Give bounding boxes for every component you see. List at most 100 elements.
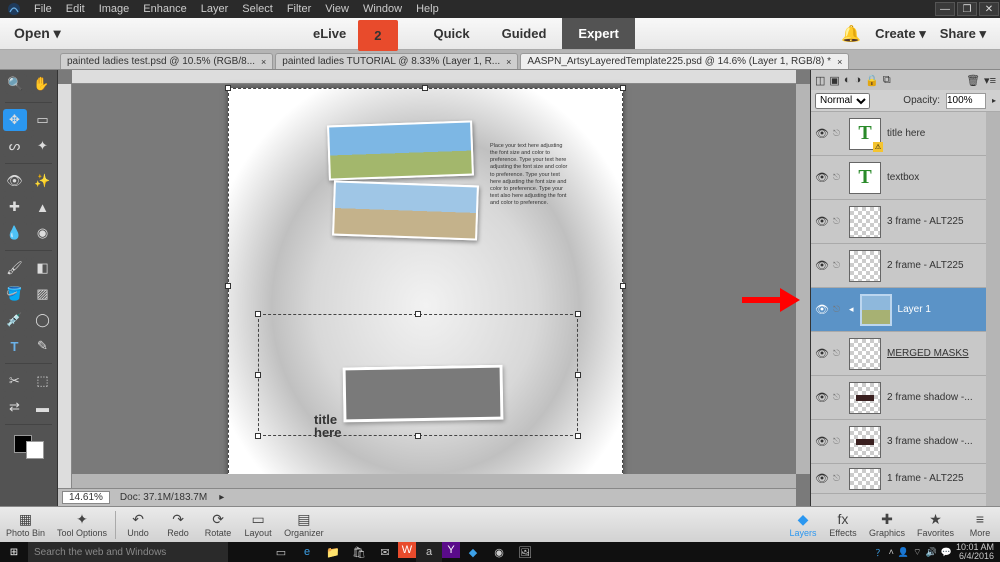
handle[interactable] xyxy=(575,433,581,439)
lock-slot[interactable]: ⎋ xyxy=(833,260,843,271)
menu-select[interactable]: Select xyxy=(236,1,279,17)
link-icon[interactable]: ⧉ xyxy=(883,74,891,87)
minimize-button[interactable]: — xyxy=(935,2,955,16)
new-layer-icon[interactable]: ◫ xyxy=(815,74,825,87)
action-center-icon[interactable]: 💬 xyxy=(941,547,952,558)
redo-button[interactable]: ↷Redo xyxy=(158,511,198,538)
menu-help[interactable]: Help xyxy=(410,1,445,17)
handle-ml[interactable] xyxy=(225,283,231,289)
clock-date[interactable]: 6/4/2016 xyxy=(956,552,994,561)
layer-row[interactable]: 👁 ⎋ 2 frame - ALT225 xyxy=(811,244,986,288)
mask-icon[interactable]: ◐ xyxy=(844,74,851,87)
menu-layer[interactable]: Layer xyxy=(195,1,235,17)
handle[interactable] xyxy=(575,372,581,378)
zoom-tool[interactable]: 🔍 xyxy=(5,74,27,94)
layer-row-selected[interactable]: 👁⎋ ◂ Layer 1 xyxy=(811,288,986,332)
lock-slot[interactable]: ⎋ xyxy=(833,348,843,359)
yahoo-icon[interactable]: Y xyxy=(442,542,460,558)
taskbar-search[interactable]: Search the web and Windows xyxy=(28,542,228,562)
quick-select-tool[interactable]: ✦ xyxy=(31,135,55,157)
menu-image[interactable]: Image xyxy=(93,1,136,17)
gradient-tool[interactable]: ▨ xyxy=(31,283,55,305)
move-tool[interactable]: ✥ xyxy=(3,109,27,131)
handle[interactable] xyxy=(415,311,421,317)
lock-slot[interactable]: ⎋ xyxy=(833,128,843,139)
menu-window[interactable]: Window xyxy=(357,1,408,17)
undo-button[interactable]: ↶Undo xyxy=(118,511,158,538)
layer-row[interactable]: 👁 ⎋ MERGED MASKS xyxy=(811,332,986,376)
word-icon[interactable]: W xyxy=(398,542,416,558)
eyedropper-tool[interactable]: 💉 xyxy=(3,309,27,331)
clone-tool[interactable]: ▲ xyxy=(31,196,55,218)
spot-heal-tool[interactable]: ✚ xyxy=(3,196,27,218)
layer-name[interactable]: Layer 1 xyxy=(898,304,982,315)
close-button[interactable]: ✕ xyxy=(979,2,999,16)
layer-row[interactable]: 👁⎋ T textbox xyxy=(811,156,986,200)
layer-row[interactable]: 👁⎋ 2 frame shadow -... xyxy=(811,376,986,420)
mode-quick[interactable]: Quick xyxy=(418,18,486,49)
visibility-icon[interactable]: 👁 xyxy=(815,215,827,228)
lock-slot[interactable]: ⎋ xyxy=(833,172,843,183)
handle[interactable] xyxy=(255,433,261,439)
marquee-tool[interactable]: ▭ xyxy=(31,109,55,131)
lock-slot[interactable]: ⎋ xyxy=(833,216,843,227)
handle-tr[interactable] xyxy=(620,85,626,91)
amazon-icon[interactable]: a xyxy=(416,542,442,562)
photo-bin-button[interactable]: ▦Photo Bin xyxy=(0,511,51,538)
menu-view[interactable]: View xyxy=(319,1,355,17)
document-tab[interactable]: AASPN_ArtsyLayeredTemplate225.psd @ 14.6… xyxy=(520,53,849,69)
eraser-tool[interactable]: ◧ xyxy=(31,257,55,279)
layer-name[interactable]: MERGED MASKS xyxy=(887,348,982,359)
close-icon[interactable]: × xyxy=(837,57,842,67)
people-icon[interactable]: 👤 xyxy=(898,547,909,558)
maximize-button[interactable]: ❐ xyxy=(957,2,977,16)
explorer-icon[interactable]: 📁 xyxy=(320,542,346,562)
visibility-icon[interactable]: 👁 xyxy=(815,259,827,272)
zoom-value[interactable]: 14.61% xyxy=(62,491,110,504)
organizer-button[interactable]: ▤Organizer xyxy=(278,511,330,538)
steam-icon[interactable]: ◉ xyxy=(486,542,512,562)
open-button[interactable]: Open ▾ xyxy=(0,25,75,42)
handle-tm[interactable] xyxy=(422,85,428,91)
visibility-icon[interactable]: 👁 xyxy=(815,171,827,184)
store-icon[interactable]: 🛍 xyxy=(346,542,372,562)
brush-tool[interactable]: 🖌 xyxy=(3,257,27,279)
layers-button[interactable]: ◆Layers xyxy=(783,511,823,538)
more-button[interactable]: ≡More xyxy=(960,511,1000,538)
trash-icon[interactable]: 🗑 xyxy=(966,74,980,87)
pse-icon[interactable]: ◆ xyxy=(460,542,486,562)
adjust-icon[interactable]: ◑ xyxy=(854,74,861,87)
blur-tool[interactable]: 💧 xyxy=(3,222,27,244)
handle[interactable] xyxy=(255,372,261,378)
opacity-arrow-icon[interactable]: ▸ xyxy=(992,96,996,105)
help-icon[interactable]: ？ xyxy=(876,546,885,559)
opacity-input[interactable] xyxy=(946,93,986,109)
content-move-tool[interactable]: ⇄ xyxy=(3,396,27,418)
layer-name[interactable]: 3 frame - ALT225 xyxy=(887,216,982,227)
graphics-button[interactable]: ✚Graphics xyxy=(863,511,911,538)
visibility-icon[interactable]: 👁 xyxy=(815,347,827,360)
layer-name[interactable]: textbox xyxy=(887,172,982,183)
effects-button[interactable]: fxEffects xyxy=(823,511,863,538)
lock-slot[interactable]: ⎋ xyxy=(833,473,843,484)
color-swatch[interactable] xyxy=(14,435,44,459)
rotate-button[interactable]: ⟳Rotate xyxy=(198,511,238,538)
visibility-icon[interactable]: 👁 xyxy=(815,391,827,404)
new-group-icon[interactable]: ▣ xyxy=(829,74,839,87)
hand-tool[interactable]: ✋ xyxy=(31,74,53,94)
lock-slot[interactable]: ⎋ xyxy=(833,392,843,403)
menu-enhance[interactable]: Enhance xyxy=(137,1,192,17)
visibility-icon[interactable]: 👁 xyxy=(815,303,827,316)
share-button[interactable]: Share ▾ xyxy=(940,26,986,42)
scrollbar-horizontal[interactable] xyxy=(72,474,796,488)
mode-guided[interactable]: Guided xyxy=(486,18,563,49)
handle[interactable] xyxy=(255,311,261,317)
text-tool[interactable]: T xyxy=(3,335,27,357)
layer-row[interactable]: 👁⎋ T⚠ title here xyxy=(811,112,986,156)
layer-name[interactable]: 2 frame - ALT225 xyxy=(887,260,982,271)
menu-edit[interactable]: Edit xyxy=(60,1,91,17)
layer-row[interactable]: 👁⎋ 3 frame shadow -... xyxy=(811,420,986,464)
photos-icon[interactable]: 🖼 xyxy=(512,542,538,562)
favorites-button[interactable]: ★Favorites xyxy=(911,511,960,538)
handle[interactable] xyxy=(575,311,581,317)
